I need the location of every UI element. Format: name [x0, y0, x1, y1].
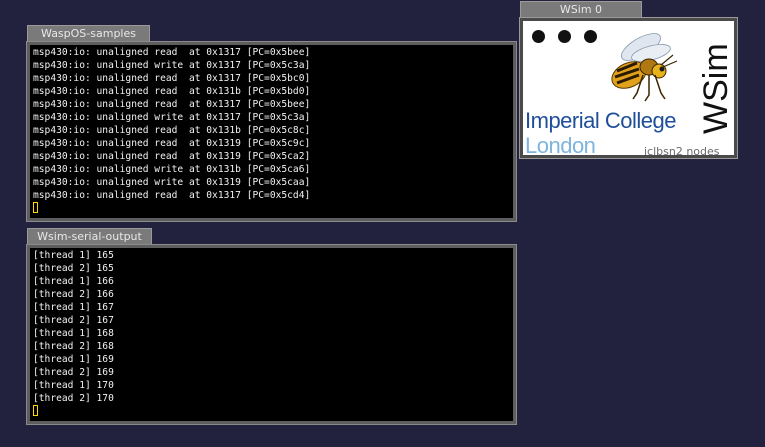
- serial-line: [thread 2] 170: [33, 393, 114, 404]
- serial-line: [thread 1] 167: [33, 302, 114, 313]
- prompt-line: [33, 202, 511, 215]
- log-line: msp430:io: unaligned write at 0x1317 [PC…: [33, 60, 311, 71]
- serial-window-title[interactable]: Wsim-serial-output: [27, 228, 152, 244]
- logo-line-london: London: [525, 133, 596, 155]
- nodes-caption: iclbsn2 nodes: [644, 145, 720, 155]
- terminal-cursor: [33, 405, 38, 416]
- log-line: msp430:io: unaligned read at 0x1317 [PC=…: [33, 99, 311, 110]
- log-line: msp430:io: unaligned write at 0x131b [PC…: [33, 164, 311, 175]
- brand-text: WSim: [699, 43, 731, 134]
- wasp-terminal[interactable]: msp430:io: unaligned read at 0x1317 [PC=…: [30, 45, 513, 218]
- wsim-display[interactable]: WSim Imperial College London iclbsn2 nod…: [523, 21, 734, 155]
- serial-line: [thread 2] 166: [33, 289, 114, 300]
- serial-line: [thread 1] 168: [33, 328, 114, 339]
- log-line: msp430:io: unaligned read at 0x131b [PC=…: [33, 86, 311, 97]
- serial-line: [thread 2] 167: [33, 315, 114, 326]
- log-line: msp430:io: unaligned read at 0x1317 [PC=…: [33, 73, 311, 84]
- serial-line: [thread 2] 168: [33, 341, 114, 352]
- log-line: msp430:io: unaligned write at 0x1317 [PC…: [33, 112, 311, 123]
- prompt-line: [33, 405, 511, 418]
- log-line: msp430:io: unaligned read at 0x1317 [PC=…: [33, 47, 311, 58]
- wsim-window-frame: WSim Imperial College London iclbsn2 nod…: [519, 17, 738, 159]
- log-line: msp430:io: unaligned read at 0x1319 [PC=…: [33, 151, 311, 162]
- serial-line: [thread 1] 166: [33, 276, 114, 287]
- led-1: [532, 30, 545, 43]
- terminal-cursor: [33, 202, 38, 213]
- log-line: msp430:io: unaligned read at 0x1317 [PC=…: [33, 190, 311, 201]
- log-line: msp430:io: unaligned read at 0x1319 [PC=…: [33, 138, 311, 149]
- serial-terminal[interactable]: [thread 1] 165 [thread 2] 165 [thread 1] 1…: [30, 248, 513, 421]
- log-line: msp430:io: unaligned write at 0x1319 [PC…: [33, 177, 311, 188]
- serial-line: [thread 2] 169: [33, 367, 114, 378]
- wsim-brand: WSim: [699, 43, 731, 134]
- wasp-window-title[interactable]: WaspOS-samples: [27, 25, 150, 41]
- led-2: [558, 30, 571, 43]
- serial-line: [thread 1] 170: [33, 380, 114, 391]
- serial-line: [thread 1] 165: [33, 250, 114, 261]
- serial-line: [thread 1] 169: [33, 354, 114, 365]
- serial-line: [thread 2] 165: [33, 263, 114, 274]
- wasp-icon: [611, 33, 678, 102]
- logo-line-imperial: Imperial College: [525, 108, 676, 133]
- log-line: msp430:io: unaligned read at 0x131b [PC=…: [33, 125, 311, 136]
- wsim-window-title[interactable]: WSim 0: [520, 1, 642, 17]
